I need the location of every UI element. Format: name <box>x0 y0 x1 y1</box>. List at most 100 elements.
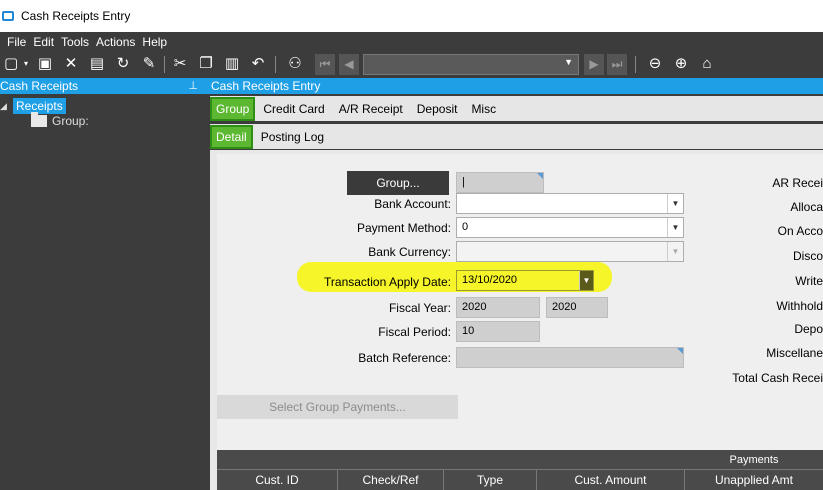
payments-group-label: Payments <box>729 454 779 466</box>
tab-detail[interactable]: Detail <box>210 124 253 149</box>
group-field[interactable]: | <box>456 172 544 193</box>
tab-group[interactable]: Group <box>210 96 256 121</box>
tab-misc[interactable]: Misc <box>471 102 496 116</box>
menu-actions[interactable]: Actions <box>96 35 135 49</box>
column-cust-amount[interactable]: Cust. Amount <box>536 470 684 490</box>
transaction-apply-date-field[interactable]: 13/10/2020 ▼ <box>456 270 594 291</box>
on-account-label: On Acco <box>777 224 823 238</box>
first-record-button[interactable]: ⏮ <box>315 54 335 75</box>
new-icon[interactable]: ▢ <box>4 55 18 73</box>
write-off-label: Write <box>795 274 823 288</box>
column-type[interactable]: Type <box>443 470 536 490</box>
folder-icon <box>31 112 47 127</box>
tab-ar-receipt[interactable]: A/R Receipt <box>339 102 403 116</box>
refresh-icon[interactable]: ↻ <box>114 55 132 73</box>
copy-icon[interactable]: ❐ <box>197 55 215 73</box>
payment-method-label: Payment Method: <box>356 221 451 235</box>
fiscal-period-value: 10 <box>462 325 475 337</box>
sub-tabs: Detail Posting Log <box>210 124 823 149</box>
menu-tools[interactable]: Tools <box>61 35 89 49</box>
payment-method-select[interactable]: 0 ▼ <box>456 217 684 238</box>
binoculars-icon[interactable]: ⚇ <box>285 55 305 73</box>
tree-child-label[interactable]: Group: <box>52 114 89 128</box>
left-panel-header: Cash Receipts ⊥ <box>0 78 206 94</box>
tree-root-label[interactable]: Receipts <box>13 98 66 114</box>
bank-currency-label: Bank Currency: <box>368 245 451 259</box>
left-panel: Cash Receipts ⊥ ◢ Receipts Group: <box>0 78 206 490</box>
transaction-apply-date-label: Transaction Apply Date: <box>324 275 451 289</box>
pin-icon[interactable]: ⊥ <box>188 78 198 94</box>
deposit-label: Depo <box>794 322 823 336</box>
form-area: Group... | Bank Account: ▼ Payment Metho… <box>217 154 823 490</box>
collapse-icon[interactable]: ◢ <box>0 101 10 112</box>
main-panel: Cash Receipts Entry Group Credit Card A/… <box>206 78 823 490</box>
forward-icon[interactable]: ⊕ <box>671 55 691 73</box>
column-check-ref[interactable]: Check/Ref <box>337 470 443 490</box>
fiscal-year-value-2: 2020 <box>552 301 577 313</box>
tree-child-group[interactable]: Group: <box>31 112 89 128</box>
window-title: Cash Receipts Entry <box>21 9 131 23</box>
toolbar-separator <box>275 56 276 73</box>
last-record-button[interactable]: ⏭ <box>607 54 627 75</box>
clipboard-icon[interactable]: ▤ <box>88 55 106 73</box>
payment-method-value: 0 <box>462 221 469 233</box>
title-bar: Cash Receipts Entry <box>0 0 823 32</box>
select-group-payments-button[interactable]: Select Group Payments... <box>217 395 458 419</box>
undo-icon[interactable]: ↶ <box>249 55 267 73</box>
toolbar: ▢ ▾ ▣ ✕ ▤ ↻ ✎ ✂ ❐ ▥ ↶ ⚇ ⏮ ◀ ▼ ▶ ⏭ ⊖ ⊕ ⌂ <box>0 51 823 78</box>
detail-content: Group... | Bank Account: ▼ Payment Metho… <box>210 150 823 490</box>
app-icon <box>2 11 14 21</box>
next-record-button[interactable]: ▶ <box>584 54 604 75</box>
field-corner <box>537 173 543 179</box>
menu-help[interactable]: Help <box>142 35 167 49</box>
tab-credit-card[interactable]: Credit Card <box>263 102 324 116</box>
delete-icon[interactable]: ✕ <box>62 55 80 73</box>
chevron-down-icon[interactable]: ▼ <box>667 194 683 213</box>
miscellaneous-label: Miscellane <box>766 346 823 360</box>
fiscal-period-label: Fiscal Period: <box>378 325 451 339</box>
clear-icon[interactable]: ✎ <box>140 55 158 73</box>
discount-label: Disco <box>792 249 823 263</box>
field-corner <box>677 348 683 354</box>
tab-posting-log[interactable]: Posting Log <box>261 130 324 144</box>
new-dropdown-icon[interactable]: ▾ <box>22 55 30 73</box>
chevron-down-icon: ▼ <box>564 57 573 67</box>
fiscal-period-field[interactable]: 10 <box>456 321 540 342</box>
bank-currency-select[interactable]: ▼ <box>456 241 684 262</box>
menu-bar: File Edit Tools Actions Help <box>0 32 823 51</box>
toolbar-separator <box>164 56 165 73</box>
chevron-down-icon[interactable]: ▼ <box>667 242 683 261</box>
fiscal-year-label: Fiscal Year: <box>388 301 451 315</box>
batch-reference-field[interactable] <box>456 347 684 368</box>
allocated-label: Alloca <box>790 200 823 214</box>
total-cash-receipts-label: Total Cash Recei <box>732 371 823 385</box>
paste-icon[interactable]: ▥ <box>223 55 241 73</box>
record-selector[interactable]: ▼ <box>363 54 579 75</box>
menu-file[interactable]: File <box>7 35 26 49</box>
column-cust-id[interactable]: Cust. ID <box>217 470 337 490</box>
fiscal-year-field[interactable]: 2020 <box>456 297 540 318</box>
group-button[interactable]: Group... <box>347 171 449 195</box>
left-panel-title: Cash Receipts <box>0 79 79 93</box>
payments-grid-header: Payments Cust. ID Check/Ref Type Cust. A… <box>217 450 823 490</box>
batch-reference-label: Batch Reference: <box>358 351 451 365</box>
tab-deposit[interactable]: Deposit <box>417 102 458 116</box>
home-icon[interactable]: ⌂ <box>697 55 717 73</box>
ar-receipts-label: AR Recei <box>772 176 823 190</box>
save-icon[interactable]: ▣ <box>36 55 54 73</box>
back-icon[interactable]: ⊖ <box>645 55 665 73</box>
prev-record-button[interactable]: ◀ <box>339 54 359 75</box>
bank-account-select[interactable]: ▼ <box>456 193 684 214</box>
fiscal-year-field-2[interactable]: 2020 <box>546 297 608 318</box>
chevron-down-icon[interactable]: ▼ <box>667 218 683 237</box>
main-tabs: Group Credit Card A/R Receipt Deposit Mi… <box>210 96 823 121</box>
cut-icon[interactable]: ✂ <box>171 55 189 73</box>
group-value: | <box>462 176 465 188</box>
calendar-dropdown-icon[interactable]: ▼ <box>579 271 593 290</box>
toolbar-separator <box>635 56 636 73</box>
withholding-label: Withhold <box>776 299 823 313</box>
column-unapplied-amt[interactable]: Unapplied Amt <box>684 470 823 490</box>
fiscal-year-value: 2020 <box>462 301 487 313</box>
bank-account-label: Bank Account: <box>374 197 451 211</box>
menu-edit[interactable]: Edit <box>33 35 54 49</box>
